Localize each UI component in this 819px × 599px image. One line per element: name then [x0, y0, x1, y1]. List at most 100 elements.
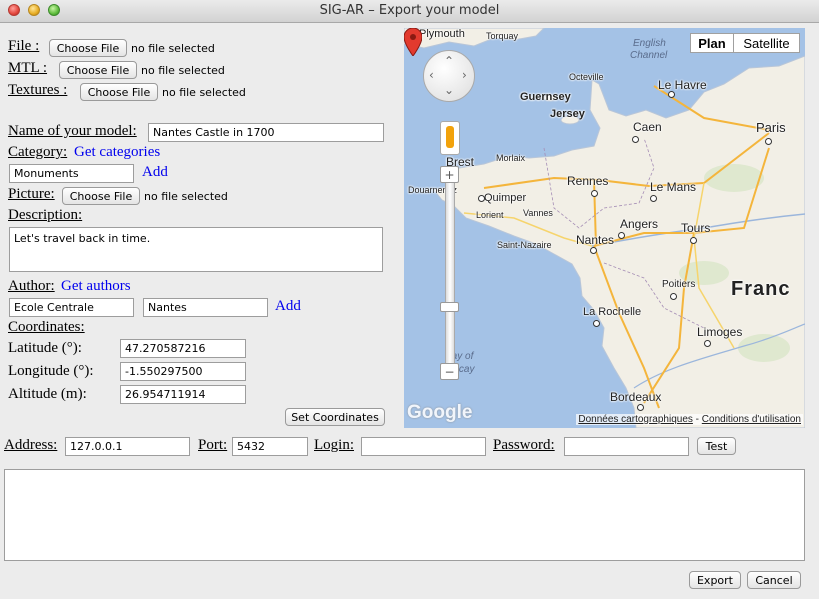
mtl-status: no file selected [141, 64, 225, 77]
map-label-le-havre: Le Havre [658, 78, 707, 92]
map-label-morlaix: Morlaix [496, 153, 526, 163]
longitude-label: Longitude (°): [8, 363, 94, 379]
map-label-guernsey: Guernsey [520, 91, 571, 103]
login-label: Login: [314, 437, 354, 453]
map-label-la-rochelle: La Rochelle [583, 306, 642, 318]
map-label-jersey: Jersey [550, 108, 585, 120]
map-label-lorient: Lorient [476, 210, 504, 220]
map-label-english-channel-2: Channel [630, 50, 668, 61]
city-dot-rennes [591, 190, 598, 197]
title-bar: SIG-AR – Export your model [0, 0, 819, 23]
map-label-caen: Caen [633, 120, 662, 134]
pan-right-icon[interactable]: › [462, 68, 467, 82]
map-label-quimper: Quimper [484, 192, 527, 204]
map-label-english-channel-1: English [633, 38, 666, 49]
description-label: Description: [8, 207, 83, 223]
textures-status: no file selected [162, 86, 246, 99]
file-choose-button[interactable]: Choose File [49, 39, 127, 57]
get-authors-link[interactable]: Get authors [61, 278, 131, 295]
export-button[interactable]: Export [689, 571, 741, 589]
password-input[interactable] [564, 437, 689, 456]
address-label: Address: [4, 437, 58, 453]
map-attribution: Données cartographiques - Conditions d'u… [576, 414, 803, 425]
picture-status: no file selected [144, 190, 228, 203]
category-input[interactable]: Monuments [9, 164, 134, 183]
map-type-plan-button[interactable]: Plan [690, 33, 734, 53]
city-dot-limoges [704, 340, 711, 347]
map-label-plymouth: Plymouth [419, 28, 465, 40]
map-label-torquay: Torquay [486, 31, 519, 41]
altitude-label: Altitude (m): [8, 386, 87, 402]
picture-choose-button[interactable]: Choose File [62, 187, 140, 205]
add-category-link[interactable]: Add [142, 164, 168, 181]
file-status: no file selected [131, 42, 215, 55]
window-title: SIG-AR – Export your model [319, 3, 500, 18]
city-dot-le-mans [650, 195, 657, 202]
zoom-out-button[interactable]: − [440, 363, 459, 380]
terms-of-use-link[interactable]: Conditions d'utilisation [702, 414, 801, 425]
map-label-octeville: Octeville [569, 72, 604, 82]
city-dot-paris [765, 138, 772, 145]
zoom-slider-track[interactable] [445, 174, 455, 376]
map-label-vannes: Vannes [523, 208, 553, 218]
textures-choose-button[interactable]: Choose File [80, 83, 158, 101]
pan-control[interactable]: ⌃ ⌄ ‹ › [423, 50, 475, 102]
pan-up-icon[interactable]: ⌃ [444, 54, 454, 68]
coordinates-label: Coordinates: [8, 319, 85, 335]
map-label-france: Franc [731, 278, 791, 300]
map-label-bordeaux: Bordeaux [610, 390, 662, 404]
pan-down-icon[interactable]: ⌄ [444, 83, 454, 97]
author-second-input[interactable]: Nantes [143, 298, 268, 317]
port-label: Port: [198, 437, 228, 453]
city-dot-tours [690, 237, 697, 244]
test-button[interactable]: Test [697, 437, 736, 455]
map-label-poitiers: Poitiers [662, 279, 696, 290]
longitude-input[interactable]: -1.550297500 [120, 362, 246, 381]
altitude-input[interactable]: 26.954711914 [120, 385, 246, 404]
map-data-link[interactable]: Données cartographiques [578, 414, 693, 425]
category-label: Category: [8, 144, 68, 160]
address-input[interactable]: 127.0.0.1 [65, 437, 190, 456]
map-label-limoges: Limoges [697, 325, 743, 339]
latitude-input[interactable]: 47.270587216 [120, 339, 246, 358]
map-label-le-mans: Le Mans [650, 180, 697, 194]
set-coordinates-button[interactable]: Set Coordinates [285, 408, 385, 426]
port-input[interactable]: 5432 [232, 437, 308, 456]
map-label-paris: Paris [756, 120, 786, 135]
login-input[interactable] [361, 437, 486, 456]
city-dot-le-havre [668, 91, 675, 98]
textures-label: Textures : [8, 82, 68, 98]
marker-pin-icon[interactable] [404, 28, 422, 56]
description-textarea[interactable]: Let's travel back in time. [9, 227, 383, 272]
add-author-link[interactable]: Add [275, 298, 301, 315]
mtl-choose-button[interactable]: Choose File [59, 61, 137, 79]
cancel-button[interactable]: Cancel [747, 571, 801, 589]
city-dot-la-rochelle [593, 320, 600, 327]
city-dot-bordeaux [637, 404, 644, 411]
model-name-input[interactable]: Nantes Castle in 1700 [148, 123, 384, 142]
zoom-in-button[interactable]: + [440, 166, 459, 183]
map-label-saint-nazaire: Saint-Nazaire [497, 240, 552, 250]
password-label: Password: [493, 437, 555, 453]
city-dot-quimper [478, 195, 485, 202]
log-output[interactable] [4, 469, 805, 561]
city-dot-angers [618, 232, 625, 239]
author-first-input[interactable]: Ecole Centrale [9, 298, 134, 317]
mtl-label: MTL : [8, 60, 48, 76]
pan-left-icon[interactable]: ‹ [429, 68, 434, 82]
author-label: Author: [8, 278, 55, 294]
city-dot-nantes [590, 247, 597, 254]
latitude-label: Latitude (°): [8, 340, 82, 356]
get-categories-link[interactable]: Get categories [74, 144, 160, 161]
city-dot-poitiers [670, 293, 677, 300]
attribution-separator: - [692, 414, 702, 425]
city-dot-caen [632, 136, 639, 143]
street-view-pegman-icon[interactable] [440, 121, 460, 155]
zoom-slider-handle[interactable] [440, 302, 459, 312]
map-label-rennes: Rennes [567, 174, 609, 188]
map-view[interactable]: Plymouth Torquay English Channel Octevil… [404, 28, 805, 428]
map-label-angers: Angers [620, 217, 659, 231]
google-logo: Google [407, 402, 473, 423]
map-label-tours: Tours [681, 221, 711, 235]
map-type-satellite-button[interactable]: Satellite [733, 33, 800, 53]
